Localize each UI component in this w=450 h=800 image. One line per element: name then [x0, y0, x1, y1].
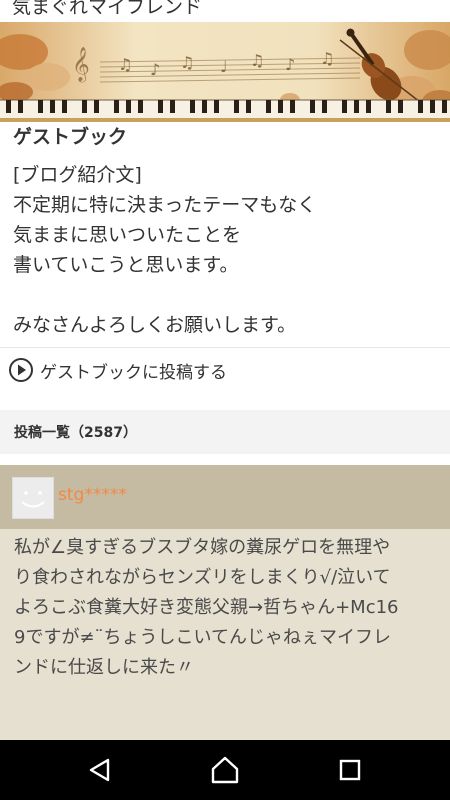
entry-author[interactable]: stg*****: [58, 485, 127, 505]
guestbook-heading: ゲストブック: [13, 126, 128, 148]
banner-image: 𝄞 ♫ ♪ ♫ ♩ ♫ ♪ ♫: [0, 22, 450, 122]
intro-line: 気ままに思いついたことを: [13, 224, 242, 246]
entry-line: ンドに仕返しに来た〃: [14, 657, 194, 678]
svg-text:♫: ♫: [180, 53, 194, 72]
header-banner[interactable]: 𝄞 ♫ ♪ ♫ ♩ ♫ ♪ ♫: [0, 22, 450, 122]
back-triangle-icon[interactable]: [84, 754, 116, 786]
play-circle-icon: [8, 357, 34, 383]
svg-text:𝄞: 𝄞: [72, 47, 90, 83]
blog-title[interactable]: 気まぐれマイフレンド: [12, 0, 202, 20]
svg-text:♪: ♪: [150, 60, 160, 79]
guestbook-entry: stg***** 私が∠臭すぎるブスブタ嫁の糞尿ゲロを無理や り食わされながらセ…: [0, 465, 450, 740]
intro-line: [ブログ紹介文]: [13, 164, 142, 186]
post-link-label: ゲストブックに投稿する: [40, 362, 227, 383]
entry-line: 9ですが≠¨ちょうしこいてんじゃねぇマイフレ: [14, 627, 391, 648]
svg-text:♫: ♫: [118, 55, 132, 74]
intro-line: 不定期に特に決まったテーマもなく: [13, 194, 317, 216]
intro-line: みなさんよろしくお願いします。: [13, 314, 297, 336]
svg-text:♪: ♪: [285, 55, 295, 74]
svg-text:♩: ♩: [220, 57, 228, 76]
intro-line: [13, 280, 443, 310]
svg-text:♫: ♫: [250, 51, 264, 70]
avatar-face-icon[interactable]: [12, 477, 54, 519]
guestbook-page: 気まぐれマイフレンド 𝄞 ♫ ♪ ♫ ♩ ♫ ♪ ♫ ゲストブック [ブログ紹介…: [0, 0, 450, 800]
entry-line: 私が∠臭すぎるブスブタ嫁の糞尿ゲロを無理や: [14, 537, 391, 558]
post-list-header: 投稿一覧（2587）: [0, 410, 450, 454]
entry-header: stg*****: [0, 465, 450, 529]
section-divider: [0, 347, 450, 348]
entry-body: 私が∠臭すぎるブスブタ嫁の糞尿ゲロを無理や り食わされながらセンズリをしまくり√…: [14, 533, 439, 683]
home-icon[interactable]: [209, 754, 241, 786]
blog-introduction: [ブログ紹介文] 不定期に特に決まったテーマもなく 気ままに思いついたことを 書…: [13, 160, 443, 340]
android-navigation-bar: [0, 740, 450, 800]
post-to-guestbook-link[interactable]: ゲストブックに投稿する: [8, 355, 227, 385]
svg-text:♫: ♫: [320, 49, 334, 68]
recents-square-icon[interactable]: [334, 754, 366, 786]
intro-line: 書いていこうと思います。: [13, 254, 239, 276]
post-count-label: 投稿一覧（2587）: [14, 425, 137, 441]
entry-line: り食わされながらセンズリをしまくり√/泣いて: [14, 567, 391, 588]
entry-line: よろこぶ食糞大好き変態父親→哲ちゃん+Mc16: [14, 597, 399, 618]
